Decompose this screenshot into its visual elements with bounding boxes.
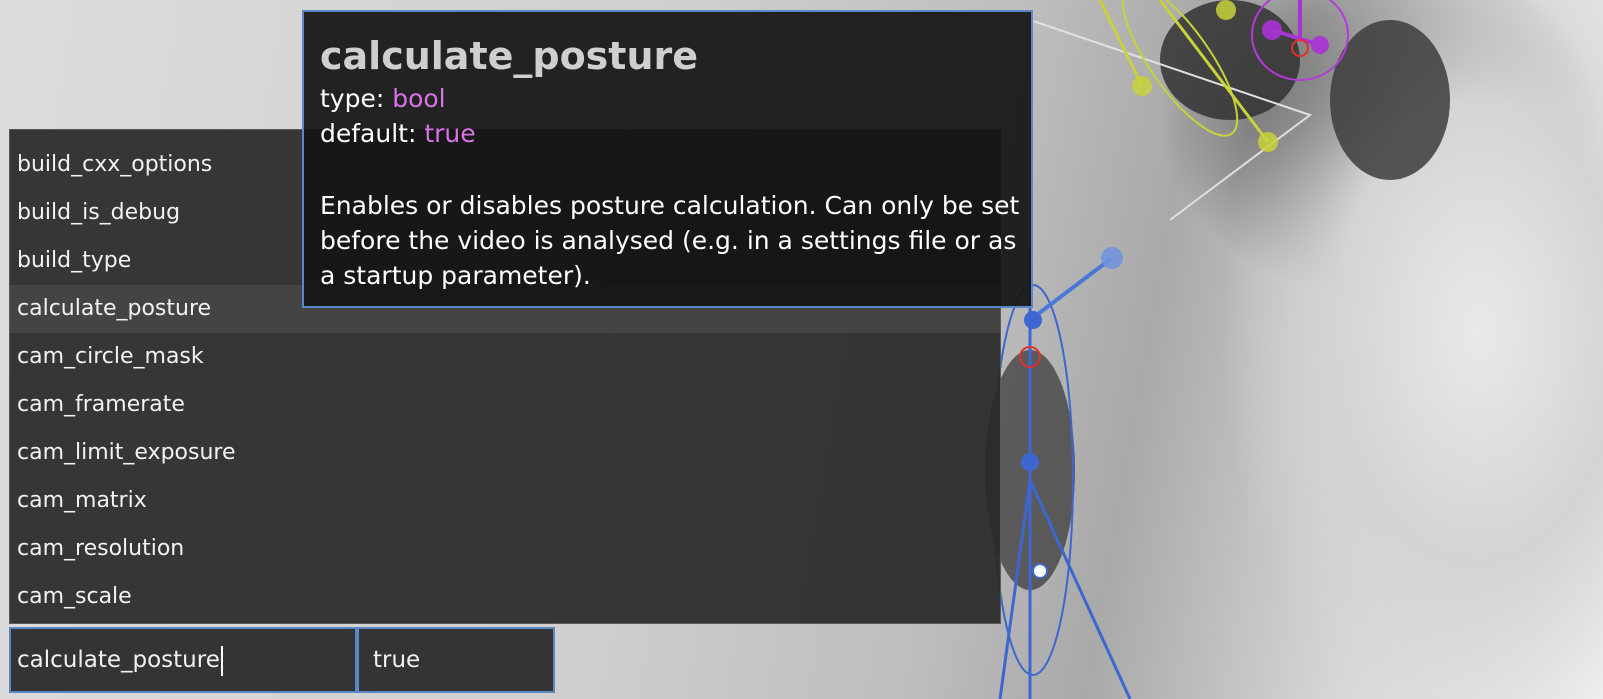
setting-name-input-text: calculate_posture	[17, 647, 220, 673]
tooltip-default-label: default:	[320, 119, 425, 148]
setting-tooltip: calculate_posture type: bool default: tr…	[302, 10, 1033, 308]
list-item[interactable]: cam_scale	[10, 573, 1000, 621]
list-item[interactable]: cam_limit_exposure	[10, 429, 1000, 477]
list-item[interactable]: cam_matrix	[10, 477, 1000, 525]
tooltip-default-value: true	[424, 119, 476, 148]
posture-point-blue	[1021, 453, 1039, 471]
tooltip-default-line: default: true	[320, 119, 476, 148]
tooltip-type-value: bool	[392, 84, 446, 113]
setting-value-input-text: true	[373, 647, 421, 673]
posture-point-blue	[1032, 563, 1048, 579]
setting-value-input[interactable]: true	[357, 627, 555, 693]
posture-point-yellow	[1216, 0, 1236, 20]
posture-point-blue	[1101, 247, 1123, 269]
posture-point-yellow	[1258, 132, 1278, 152]
posture-point-purple	[1262, 20, 1282, 40]
tooltip-description: Enables or disables posture calculation.…	[320, 191, 1020, 290]
posture-point-blue	[1024, 311, 1042, 329]
posture-point-yellow	[1132, 76, 1152, 96]
tooltip-type-line: type: bool	[320, 84, 446, 113]
posture-point-purple	[1311, 36, 1329, 54]
list-item[interactable]: cam_circle_mask	[10, 333, 1000, 381]
tooltip-title: calculate_posture	[320, 34, 699, 78]
list-item[interactable]: cam_resolution	[10, 525, 1000, 573]
text-caret	[220, 645, 223, 676]
setting-name-input[interactable]: calculate_posture	[9, 627, 357, 693]
tooltip-type-label: type:	[320, 84, 393, 113]
list-item[interactable]: cam_framerate	[10, 381, 1000, 429]
